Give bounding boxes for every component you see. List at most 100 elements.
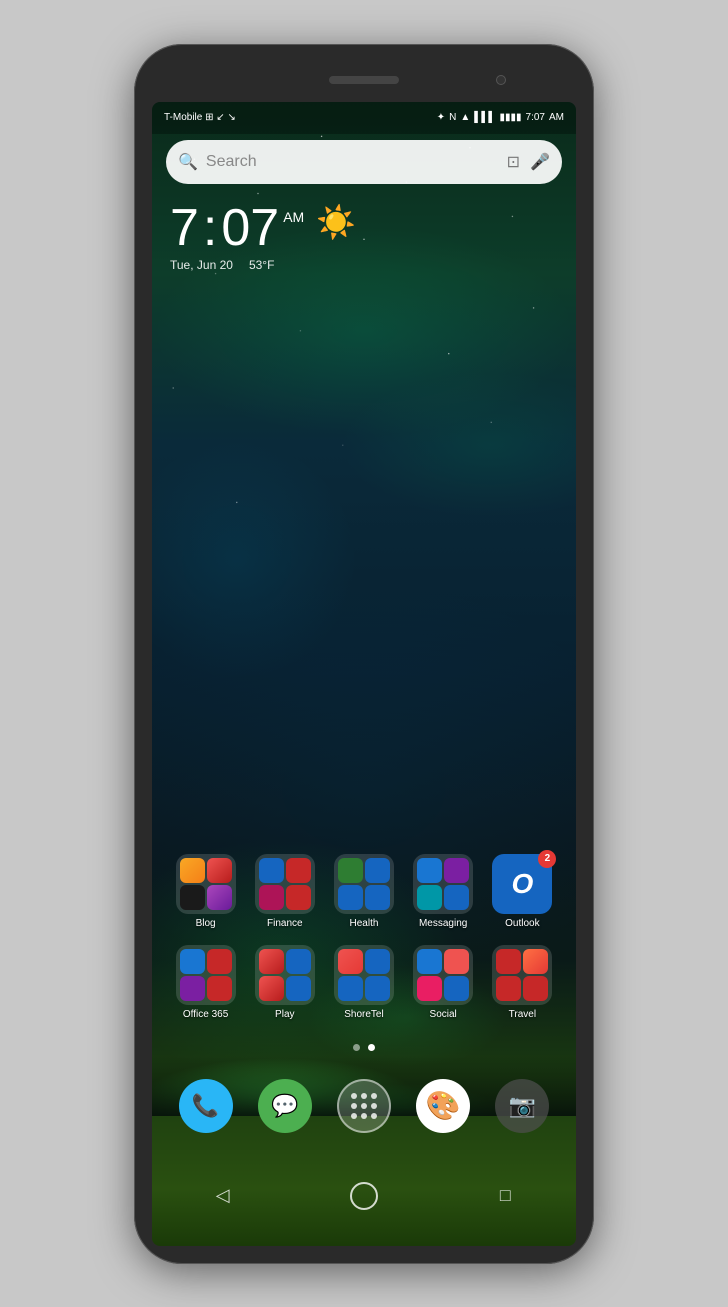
travel-app-3 [496, 976, 521, 1001]
folder-messaging[interactable]: Messaging [407, 854, 479, 929]
folder-play-icon [255, 945, 315, 1005]
blog-app-1 [180, 858, 205, 883]
fin-app-4 [286, 885, 311, 910]
folder-finance[interactable]: Finance [249, 854, 321, 929]
folder-shoretel[interactable]: ShoreTel [328, 945, 400, 1020]
health-app-2 [365, 858, 390, 883]
scan-icon[interactable]: ⊡ [507, 152, 520, 172]
app-grid: Blog Finance [166, 854, 562, 1036]
social-app-2 [444, 949, 469, 974]
weather-sun-icon: ☀️ [316, 206, 356, 238]
msg-app-2 [444, 858, 469, 883]
nav-bar: ◁ □ [152, 1166, 576, 1226]
msg-app-4 [444, 885, 469, 910]
folder-finance-label: Finance [267, 918, 303, 929]
signal-icon: ▌▌▌ [474, 112, 495, 123]
folder-blog-label: Blog [196, 918, 216, 929]
folder-travel[interactable]: Travel [486, 945, 558, 1020]
folder-health-icon [334, 854, 394, 914]
folder-outlook[interactable]: O 2 Outlook [486, 854, 558, 929]
play-app-3 [259, 976, 284, 1001]
back-icon: ◁ [216, 1185, 230, 1206]
play-app-4 [286, 976, 311, 1001]
phone-speaker [329, 76, 399, 84]
folder-travel-icon [492, 945, 552, 1005]
carrier-icons: ⊞ ↙ ↘ [205, 112, 236, 123]
nav-back-button[interactable]: ◁ [203, 1176, 243, 1216]
status-bar: T-Mobile ⊞ ↙ ↘ ✦ N ▲ ▌▌▌ ▮▮▮▮ 7:07 AM [152, 102, 576, 134]
folder-social[interactable]: Social [407, 945, 479, 1020]
social-app-1 [417, 949, 442, 974]
shoretel-app-2 [365, 949, 390, 974]
folder-office365-label: Office 365 [183, 1009, 228, 1020]
travel-app-1 [496, 949, 521, 974]
dock-camera[interactable]: 📷 [495, 1079, 549, 1133]
app-row-1: Blog Finance [166, 854, 562, 929]
blog-app-4 [207, 885, 232, 910]
o365-app-1 [180, 949, 205, 974]
search-bar[interactable]: 🔍 Search ⊡ 🎤 [166, 140, 562, 184]
app-row-2: Office 365 Play [166, 945, 562, 1020]
carrier-info: T-Mobile ⊞ ↙ ↘ [164, 112, 236, 123]
page-dots [152, 1044, 576, 1051]
folder-social-label: Social [430, 1009, 457, 1020]
search-icon: 🔍 [178, 152, 198, 172]
camera-icon: 📷 [509, 1093, 536, 1119]
social-app-4 [444, 976, 469, 1001]
phone-device: T-Mobile ⊞ ↙ ↘ ✦ N ▲ ▌▌▌ ▮▮▮▮ 7:07 AM 🔍 … [134, 44, 594, 1264]
outlook-badge: 2 [538, 850, 556, 868]
page-dot-1[interactable] [353, 1044, 360, 1051]
fin-app-2 [286, 858, 311, 883]
shoretel-app-1 [338, 949, 363, 974]
photos-icon: 🎨 [426, 1089, 461, 1122]
folder-finance-icon [255, 854, 315, 914]
health-app-1 [338, 858, 363, 883]
folder-social-icon [413, 945, 473, 1005]
o365-app-2 [207, 949, 232, 974]
clock-date: Tue, Jun 20 [170, 258, 233, 272]
folder-outlook-label: Outlook [505, 918, 539, 929]
travel-app-2 [523, 949, 548, 974]
mic-icon[interactable]: 🎤 [530, 152, 550, 172]
folder-blog-icon [176, 854, 236, 914]
dock-phone[interactable]: 📞 [179, 1079, 233, 1133]
nav-recents-button[interactable]: □ [485, 1176, 525, 1216]
clock-minute: 07 [221, 202, 279, 254]
folder-travel-label: Travel [509, 1009, 536, 1020]
folder-play[interactable]: Play [249, 945, 321, 1020]
folder-shoretel-icon [334, 945, 394, 1005]
health-app-3 [338, 885, 363, 910]
shoretel-app-4 [365, 976, 390, 1001]
page-dot-2[interactable] [368, 1044, 375, 1051]
fin-app-1 [259, 858, 284, 883]
home-icon [350, 1182, 378, 1210]
battery-icon: ▮▮▮▮ [500, 112, 522, 123]
phone-camera [496, 75, 506, 85]
folder-office365[interactable]: Office 365 [170, 945, 242, 1020]
nav-home-button[interactable] [344, 1176, 384, 1216]
travel-app-4 [523, 976, 548, 1001]
recents-icon: □ [500, 1185, 511, 1206]
search-input[interactable]: Search [206, 153, 507, 171]
o365-app-4 [207, 976, 232, 1001]
nfc-icon: N [449, 112, 456, 123]
msg-app-1 [417, 858, 442, 883]
clock-ampm: AM [283, 210, 304, 224]
play-app-1 [259, 949, 284, 974]
msg-app-3 [417, 885, 442, 910]
temperature-display: 53°F [249, 258, 274, 272]
clock-hour: 7 [170, 202, 199, 254]
ampm-display: AM [549, 112, 564, 123]
phone-icon: 📞 [192, 1093, 219, 1119]
folder-health[interactable]: Health [328, 854, 400, 929]
dock: 📞 💬 🎨 📷 [166, 1066, 562, 1146]
time-display: 7:07 [526, 112, 545, 123]
search-right-controls: ⊡ 🎤 [507, 152, 550, 172]
wifi-icon: ▲ [460, 112, 470, 123]
dock-launcher[interactable] [337, 1079, 391, 1133]
phone-top-bar [152, 62, 576, 98]
dock-messages[interactable]: 💬 [258, 1079, 312, 1133]
folder-blog[interactable]: Blog [170, 854, 242, 929]
grid-icon [343, 1085, 385, 1127]
dock-photos[interactable]: 🎨 [416, 1079, 470, 1133]
